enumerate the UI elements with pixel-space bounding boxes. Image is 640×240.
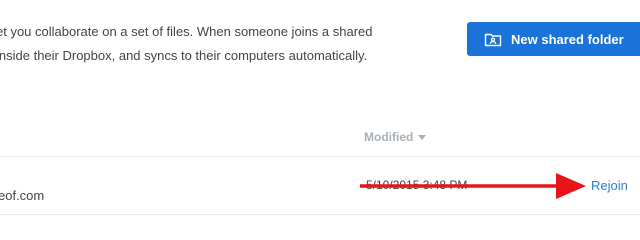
shared-folders-page: et you collaborate on a set of files. Wh… bbox=[0, 0, 640, 240]
row-divider bbox=[0, 214, 640, 215]
intro-text: et you collaborate on a set of files. Wh… bbox=[0, 20, 426, 68]
new-shared-folder-label: New shared folder bbox=[511, 31, 624, 47]
row-email: eof.com bbox=[0, 188, 45, 203]
intro-line-2: inside their Dropbox, and syncs to their… bbox=[0, 48, 368, 63]
sort-caret-icon bbox=[418, 135, 427, 140]
modified-header-label: Modified bbox=[364, 130, 414, 144]
shared-folder-icon bbox=[484, 31, 502, 47]
new-shared-folder-button[interactable]: New shared folder bbox=[467, 22, 640, 56]
rejoin-link[interactable]: Rejoin bbox=[591, 178, 628, 193]
modified-column-header[interactable]: Modified bbox=[364, 130, 427, 144]
annotation-arrow bbox=[360, 173, 586, 199]
header-divider bbox=[0, 156, 640, 157]
intro-line-1: et you collaborate on a set of files. Wh… bbox=[0, 24, 373, 39]
